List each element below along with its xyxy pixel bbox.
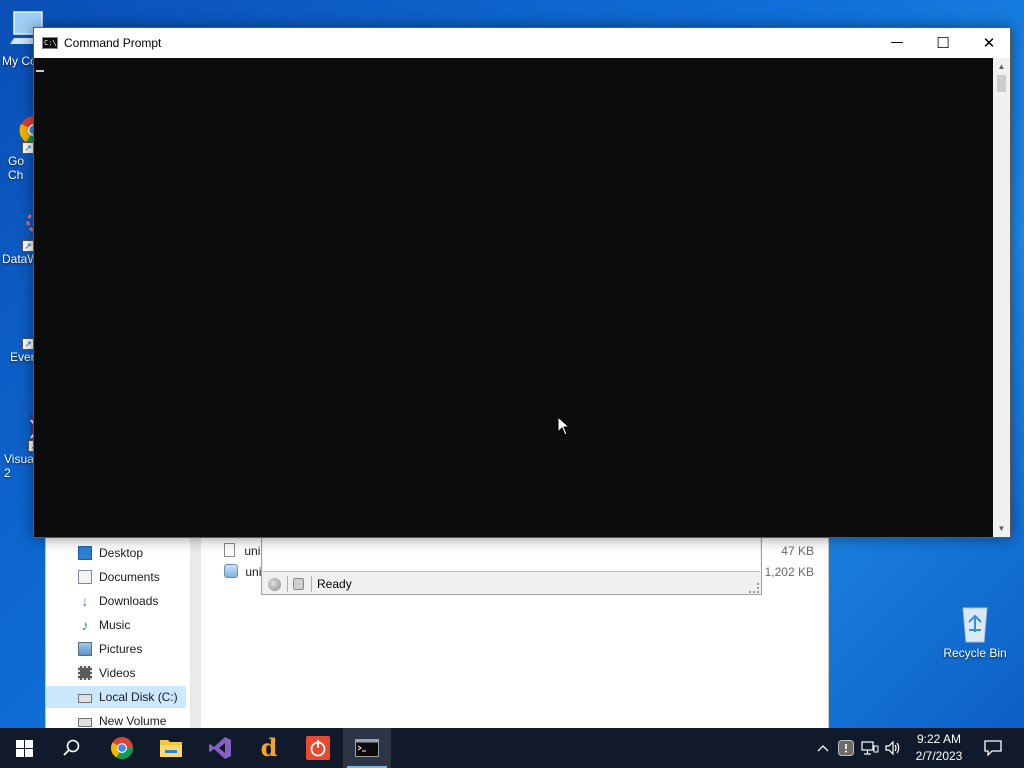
file-row[interactable]: uni — [224, 541, 260, 561]
text-cursor — [36, 70, 44, 72]
drive-icon — [78, 694, 92, 703]
console-area[interactable] — [34, 58, 993, 537]
file-row[interactable]: uni — [224, 562, 261, 582]
nav-item-videos[interactable]: Videos — [46, 662, 186, 684]
nav-item-label: Desktop — [99, 546, 144, 560]
videos-folder-icon — [78, 666, 92, 680]
tray-power-app-icon[interactable] — [835, 728, 857, 768]
status-divider — [287, 576, 288, 592]
start-button[interactable] — [0, 728, 48, 768]
dialog-content-area — [263, 538, 760, 572]
chrome-icon — [111, 737, 133, 759]
nav-item-label: Music — [99, 618, 131, 632]
drive-icon — [78, 718, 92, 727]
resize-grip-icon[interactable] — [749, 583, 759, 593]
taskbar-visual-studio[interactable] — [196, 728, 244, 768]
nav-item-label: Pictures — [99, 642, 143, 656]
nav-item-downloads[interactable]: ↓ Downloads — [46, 590, 186, 612]
nav-pane-scrollbar[interactable] — [191, 537, 201, 739]
visual-studio-icon — [209, 737, 231, 759]
scroll-down-arrow-icon[interactable]: ▼ — [993, 520, 1010, 537]
taskbar-dreamweaver-app[interactable]: d — [245, 728, 293, 768]
desktop-icon-label: Recycle Bin — [943, 646, 1007, 660]
progress-dialog[interactable]: Ready — [261, 537, 762, 595]
clock-time: 9:22 AM — [916, 732, 962, 746]
documents-folder-icon — [78, 570, 92, 584]
network-icon[interactable] — [859, 728, 881, 768]
status-text: Ready — [317, 577, 352, 591]
downloads-folder-icon: ↓ — [81, 593, 89, 609]
nav-item-music[interactable]: ♪ Music — [46, 614, 186, 636]
file-icon — [224, 543, 235, 557]
scrollbar-thumb[interactable] — [997, 75, 1006, 92]
file-name: uni — [244, 544, 261, 558]
desktop-icon-label: Go Ch — [8, 154, 25, 182]
nav-item-label: Videos — [99, 666, 136, 680]
nav-item-label: Documents — [99, 570, 160, 584]
status-divider — [311, 576, 312, 592]
notification-icon — [984, 740, 1002, 756]
lock-icon — [293, 578, 304, 590]
recycle-bin-icon — [954, 602, 996, 644]
folder-icon — [160, 740, 182, 757]
search-icon — [63, 739, 80, 756]
minimize-button[interactable]: — — [874, 28, 920, 58]
command-prompt-icon — [355, 739, 379, 757]
taskbar: d 9:22 AM 2/7/2023 — [0, 728, 1024, 768]
desktop-folder-icon — [78, 546, 92, 560]
taskbar-power-app[interactable] — [294, 728, 342, 768]
nav-item-desktop[interactable]: Desktop — [46, 542, 186, 564]
clock-date: 2/7/2023 — [915, 749, 963, 763]
command-prompt-icon[interactable]: C:\_ — [42, 37, 61, 49]
taskbar-clock[interactable]: 9:22 AM 2/7/2023 — [905, 731, 973, 765]
globe-icon — [268, 578, 281, 591]
volume-icon[interactable] — [882, 728, 904, 768]
navigation-pane[interactable]: Desktop Documents ↓ Downloads ♪ Music Pi… — [46, 537, 191, 750]
nav-item-pictures[interactable]: Pictures — [46, 638, 186, 660]
taskbar-file-explorer[interactable] — [147, 728, 195, 768]
taskbar-command-prompt[interactable] — [343, 728, 391, 768]
desktop-icon-label: Visua 2 — [4, 452, 34, 480]
power-icon — [306, 736, 330, 760]
close-button[interactable]: ✕ — [966, 28, 1012, 58]
scroll-up-arrow-icon[interactable]: ▲ — [993, 58, 1010, 75]
title-bar[interactable]: C:\_ Command Prompt — ☐ ✕ — [34, 28, 1010, 58]
desktop-icon-recycle-bin[interactable]: Recycle Bin — [940, 602, 1010, 660]
d-logo-icon: d — [260, 733, 278, 762]
nav-item-local-disk-c[interactable]: Local Disk (C:) — [46, 686, 186, 708]
mouse-pointer-icon — [557, 416, 571, 436]
nav-item-label: Downloads — [99, 594, 159, 608]
taskbar-chrome[interactable] — [98, 728, 146, 768]
pictures-folder-icon — [78, 642, 92, 656]
show-hidden-icons-chevron-icon[interactable] — [812, 728, 834, 768]
maximize-button[interactable]: ☐ — [920, 28, 966, 58]
action-center-button[interactable] — [975, 728, 1011, 768]
vertical-scrollbar[interactable]: ▲ ▼ — [993, 58, 1010, 537]
search-button[interactable] — [48, 728, 96, 768]
dialog-status-bar: Ready — [262, 573, 761, 595]
command-prompt-window[interactable]: C:\_ Command Prompt — ☐ ✕ ▲ ▼ — [33, 27, 1011, 538]
windows-logo-icon — [15, 739, 33, 757]
music-folder-icon: ♪ — [81, 617, 89, 633]
installer-icon — [224, 564, 238, 578]
window-title: Command Prompt — [64, 36, 162, 50]
file-name: uni — [245, 565, 262, 579]
nav-item-documents[interactable]: Documents — [46, 566, 186, 588]
nav-item-label: Local Disk (C:) — [99, 690, 178, 704]
